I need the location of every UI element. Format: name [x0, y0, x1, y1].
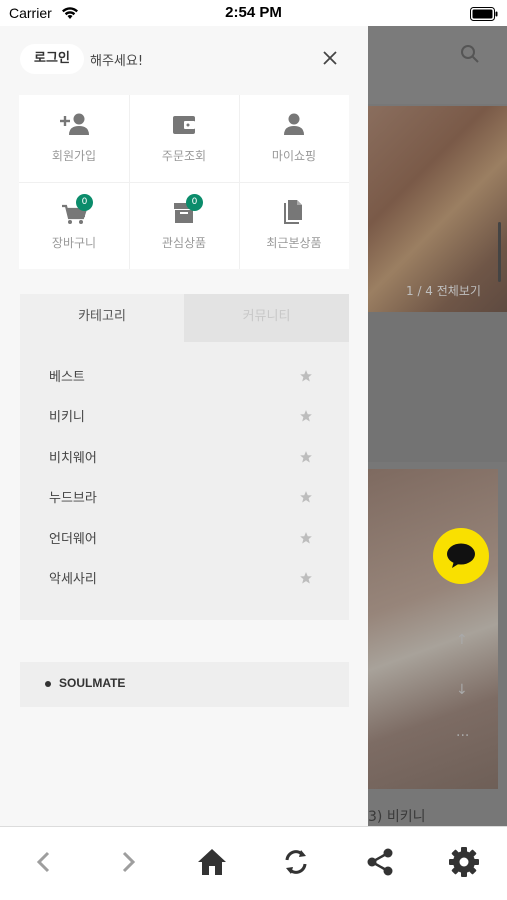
home-icon[interactable] — [195, 845, 229, 879]
side-drawer: 로그인 해주세요! 회원가입 주문조회 마이쇼핑 0 장바구니 0 관심상품 최… — [0, 26, 368, 826]
tab-category[interactable]: 카테고리 — [20, 294, 184, 342]
background-section — [368, 312, 507, 462]
wallet-icon — [129, 111, 239, 139]
search-icon[interactable] — [460, 44, 480, 68]
star-icon[interactable] — [299, 570, 313, 589]
star-icon[interactable] — [299, 449, 313, 468]
product-name[interactable]: 3) 비키니 — [368, 806, 425, 826]
cart-badge: 0 — [76, 194, 93, 211]
shortcut-label: 마이쇼핑 — [271, 149, 317, 163]
scroll-top-icon[interactable]: ↑ — [456, 632, 468, 648]
shortcut-join[interactable]: 회원가입 — [19, 95, 129, 182]
star-icon[interactable] — [299, 368, 313, 387]
shortcut-grid: 회원가입 주문조회 마이쇼핑 0 장바구니 0 관심상품 최근본상품 — [19, 95, 349, 269]
settings-icon[interactable] — [447, 845, 481, 879]
clock: 2:54 PM — [225, 4, 282, 21]
close-icon[interactable] — [318, 46, 342, 70]
star-icon[interactable] — [299, 489, 313, 508]
product-image[interactable] — [368, 469, 498, 789]
category-label: 베스트 — [49, 370, 85, 385]
user-icon — [239, 111, 349, 139]
more-icon[interactable]: ··· — [456, 728, 469, 744]
bottom-toolbar — [0, 826, 507, 900]
star-icon[interactable] — [299, 408, 313, 427]
shortcut-myshop[interactable]: 마이쇼핑 — [239, 95, 349, 182]
category-item[interactable]: 비키니 — [20, 396, 349, 436]
shortcut-label: 주문조회 — [161, 149, 207, 163]
shortcut-cart[interactable]: 0 장바구니 — [19, 182, 129, 269]
brand-label: SOULMATE — [59, 676, 126, 690]
back-icon[interactable] — [27, 845, 61, 879]
category-item[interactable]: 악세사리 — [20, 558, 349, 598]
scroll-bottom-icon[interactable]: ↓ — [456, 682, 468, 698]
category-label: 누드브라 — [49, 491, 97, 507]
category-panel: 카테고리 커뮤니티 베스트 비키니 비치웨어 누드브라 언더웨어 악세사리 — [20, 294, 349, 620]
login-button[interactable]: 로그인 — [20, 44, 84, 74]
background-header — [368, 26, 507, 104]
shortcut-recent[interactable]: 최근본상품 — [239, 182, 349, 269]
refresh-icon[interactable] — [279, 845, 313, 879]
category-item[interactable]: 비치웨어 — [20, 437, 349, 477]
wishlist-badge: 0 — [186, 194, 203, 211]
brand-item[interactable]: SOULMATE — [20, 662, 349, 707]
status-bar: Carrier 2:54 PM — [0, 0, 507, 26]
category-label: 언더웨어 — [49, 531, 97, 547]
scroll-indicator — [498, 222, 501, 282]
shortcut-orders[interactable]: 주문조회 — [129, 95, 239, 182]
forward-icon[interactable] — [111, 845, 145, 879]
shortcut-wishlist[interactable]: 0 관심상품 — [129, 182, 239, 269]
shortcut-label: 최근본상품 — [266, 236, 322, 250]
category-item[interactable]: 언더웨어 — [20, 518, 349, 558]
category-label: 비키니 — [49, 410, 85, 426]
tab-community[interactable]: 커뮤니티 — [184, 294, 349, 342]
document-icon — [239, 198, 349, 226]
shortcut-label: 장바구니 — [51, 236, 97, 250]
background-page[interactable]: 1 / 4 전체보기 3) 비키니 ↑ ↓ ··· — [368, 26, 507, 826]
cart-icon — [19, 198, 129, 226]
shortcut-label: 관심상품 — [161, 236, 207, 250]
share-icon[interactable] — [363, 845, 397, 879]
category-item[interactable]: 베스트 — [20, 356, 349, 396]
banner-counter[interactable]: 1 / 4 전체보기 — [406, 282, 481, 299]
category-label: 악세사리 — [49, 571, 97, 587]
kakao-chat-button[interactable] — [433, 528, 489, 584]
category-list: 베스트 비키니 비치웨어 누드브라 언더웨어 악세사리 — [20, 356, 349, 598]
login-prompt: 해주세요! — [90, 54, 144, 69]
category-label: 비치웨어 — [49, 450, 97, 466]
star-icon[interactable] — [299, 530, 313, 549]
category-item[interactable]: 누드브라 — [20, 477, 349, 517]
add-user-icon — [19, 111, 129, 139]
bullet-icon — [45, 681, 51, 687]
box-icon — [129, 198, 239, 226]
battery-icon — [470, 6, 498, 25]
shortcut-label: 회원가입 — [51, 149, 97, 163]
